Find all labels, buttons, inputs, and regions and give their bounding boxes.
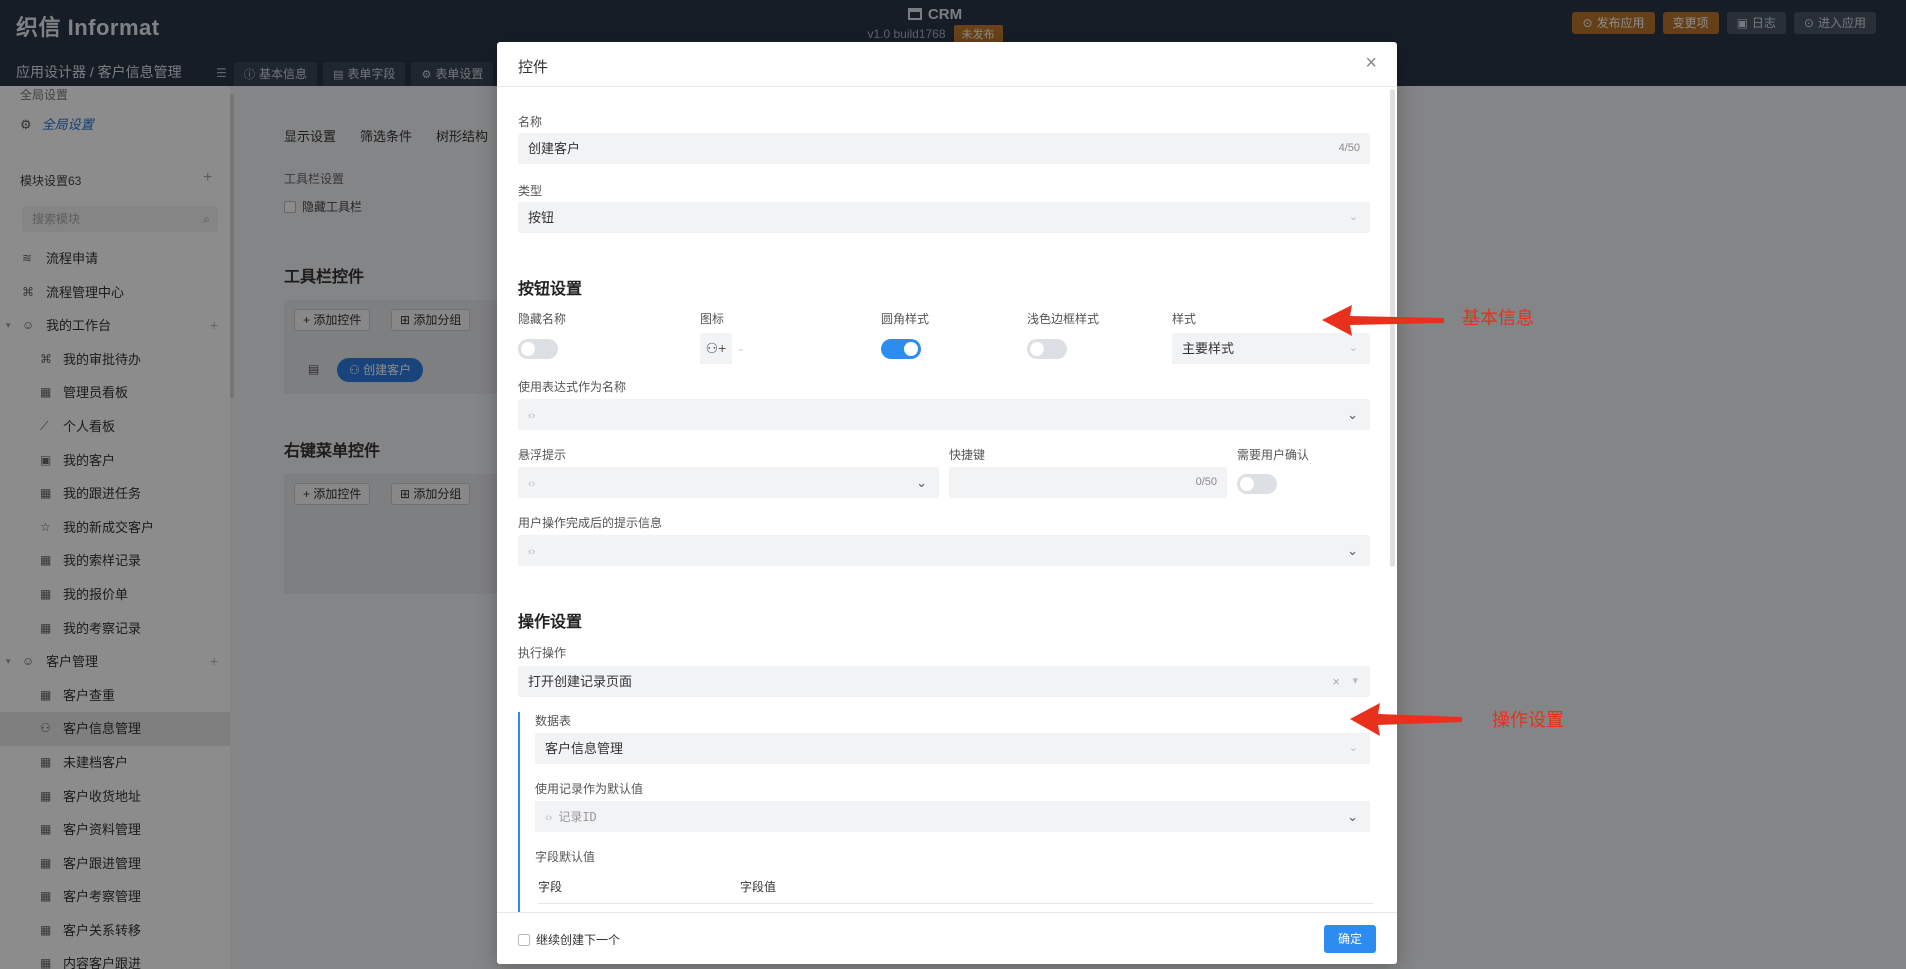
arrow-action-settings [1350,703,1462,736]
annotation-action-settings: 操作设置 [1492,710,1564,730]
annotation-basic-info: 基本信息 [1462,308,1534,328]
arrow-basic-info [1322,305,1444,336]
annotation-arrows [1322,305,1462,736]
